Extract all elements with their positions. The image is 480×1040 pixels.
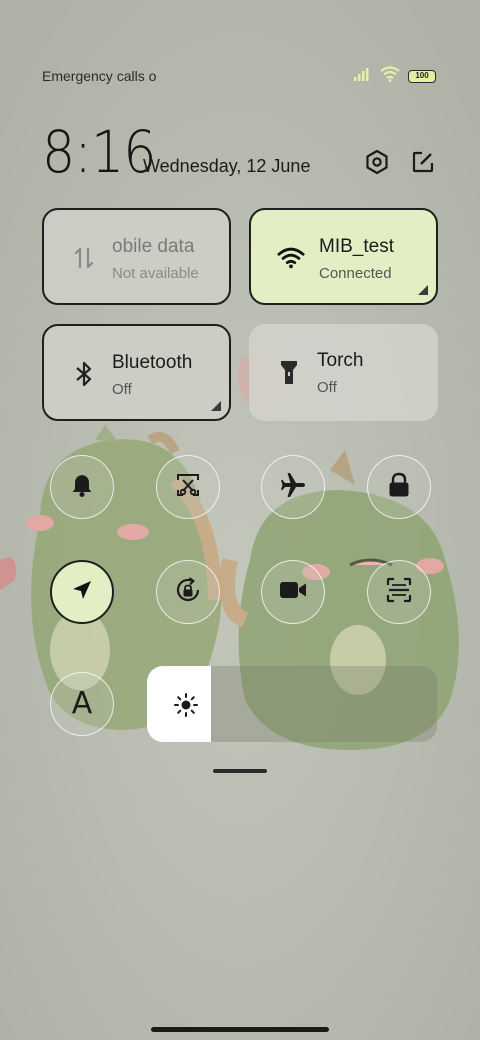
wifi-icon <box>277 244 305 272</box>
sun-icon <box>173 692 199 718</box>
toggle-screen-recorder[interactable] <box>261 560 325 624</box>
brightness-slider[interactable] <box>147 666 437 742</box>
clock-date: Wednesday, 12 June <box>143 156 311 176</box>
battery-icon: 100 <box>408 69 436 83</box>
toggle-ring-mode[interactable] <box>50 455 114 519</box>
edit-button[interactable] <box>407 148 439 180</box>
edit-icon <box>411 150 435 179</box>
bell-icon <box>69 472 95 503</box>
tile-wifi-label: MIB_test <box>319 236 394 257</box>
torch-icon <box>275 358 303 386</box>
tile-bluetooth-expand-icon[interactable] <box>211 401 221 411</box>
carrier-status-text: Emergency calls o <box>42 68 157 84</box>
bluetooth-icon <box>70 360 98 388</box>
clock-time: 8:16 <box>42 118 157 186</box>
tile-torch-status: Off <box>317 379 337 396</box>
airplane-icon <box>279 471 307 504</box>
wifi-icon <box>380 65 400 87</box>
location-arrow-icon <box>70 578 94 607</box>
toggle-location[interactable] <box>50 560 114 624</box>
panel-drag-handle[interactable] <box>213 769 267 773</box>
status-icons: 100 <box>354 65 436 87</box>
tile-bluetooth-label: Bluetooth <box>112 352 193 373</box>
letter-a-icon: A <box>71 686 93 721</box>
toggle-lock-screen[interactable] <box>367 455 431 519</box>
tile-torch-label: Torch <box>317 350 364 371</box>
tile-bluetooth[interactable]: Bluetooth Off <box>42 324 231 421</box>
toggle-airplane-mode[interactable] <box>261 455 325 519</box>
tile-mobile-data[interactable]: obile data Not available <box>42 208 231 305</box>
tile-torch[interactable]: Torch Off <box>249 324 438 421</box>
scan-icon <box>385 576 413 609</box>
toggle-scanner[interactable] <box>367 560 431 624</box>
tile-wifi-expand-icon[interactable] <box>418 285 428 295</box>
tile-mobile-data-label: obile data <box>112 236 195 257</box>
tile-bluetooth-status: Off <box>112 381 132 398</box>
lock-icon <box>387 472 411 503</box>
status-bar: Emergency calls o 100 <box>42 65 436 87</box>
settings-button[interactable] <box>361 148 393 180</box>
tile-wifi[interactable]: MIB_test Connected <box>249 208 438 305</box>
toggle-auto-brightness[interactable]: A <box>50 672 114 736</box>
settings-hexagon-icon <box>364 149 390 180</box>
signal-icon <box>354 67 372 86</box>
mobile-data-icon <box>70 244 98 272</box>
video-camera-icon <box>278 579 308 606</box>
tile-wifi-status: Connected <box>319 265 392 282</box>
toggle-screenshot[interactable] <box>156 455 220 519</box>
rotation-lock-icon <box>174 576 202 609</box>
tile-mobile-data-status: Not available <box>112 265 199 282</box>
toggle-rotation-lock[interactable] <box>156 560 220 624</box>
gesture-navigation-bar[interactable] <box>151 1027 329 1032</box>
screenshot-icon <box>175 472 201 503</box>
